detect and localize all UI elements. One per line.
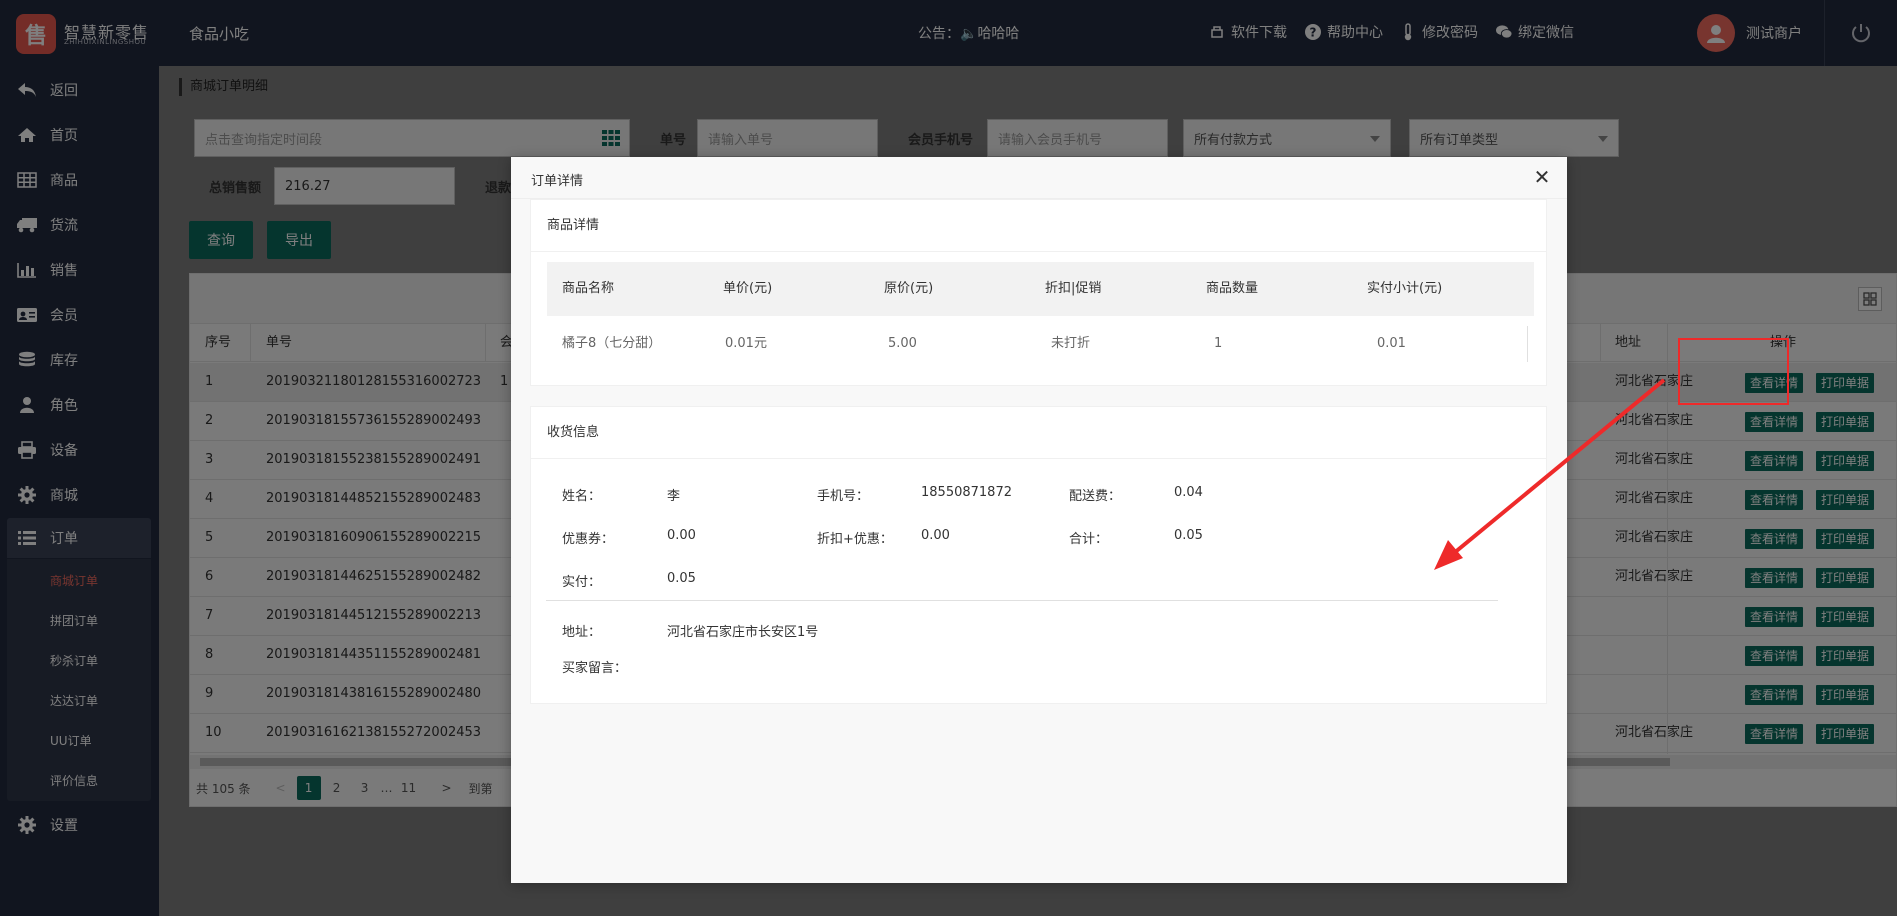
total-value: 0.05: [1174, 528, 1203, 543]
goods-table-row: 橘子8（七分甜） 0.01元 5.00 未打折 1 0.01: [547, 316, 1534, 372]
goods-unit-price: 0.01元: [725, 336, 767, 351]
address-label: 地址：: [562, 625, 602, 640]
goods-header-original-price: 原价(元): [884, 281, 934, 296]
annotation-highlight-box: [1678, 338, 1789, 405]
coupon-label: 优惠券：: [562, 532, 615, 547]
shipping-info-panel: 收货信息 姓名： 李 手机号： 18550871872 配送费： 0.04 优惠…: [530, 406, 1547, 704]
discount-label: 折扣+优惠：: [817, 532, 893, 547]
goods-header-quantity: 商品数量: [1206, 281, 1259, 296]
divider: [531, 458, 1546, 459]
close-icon[interactable]: ✕: [1531, 165, 1553, 189]
coupon-value: 0.00: [667, 528, 696, 543]
divider: [1527, 326, 1528, 362]
shipping-section-title: 收货信息: [547, 425, 600, 440]
modal-header: 订单详情 ✕: [511, 157, 1567, 199]
modal-title: 订单详情: [531, 174, 584, 189]
phone-label: 手机号：: [817, 489, 870, 504]
goods-subtotal: 0.01: [1377, 336, 1406, 351]
goods-header-discount: 折扣|促销: [1045, 281, 1102, 296]
goods-section-title: 商品详情: [547, 218, 600, 233]
goods-header-name: 商品名称: [562, 281, 615, 296]
divider: [546, 600, 1498, 601]
goods-original-price: 5.00: [888, 336, 917, 351]
goods-quantity: 1: [1214, 336, 1223, 351]
total-label: 合计：: [1069, 532, 1109, 547]
goods-discount: 未打折: [1051, 336, 1091, 351]
paid-value: 0.05: [667, 571, 696, 586]
name-label: 姓名：: [562, 489, 602, 504]
delivery-fee-value: 0.04: [1174, 485, 1203, 500]
paid-label: 实付：: [562, 575, 602, 590]
order-detail-modal: 订单详情 ✕ 商品详情 商品名称 单价(元) 原价(元) 折扣|促销 商品数量 …: [511, 157, 1567, 883]
buyer-message-label: 买家留言：: [562, 661, 628, 676]
goods-header-unit-price: 单价(元): [723, 281, 773, 296]
delivery-fee-label: 配送费：: [1069, 489, 1122, 504]
discount-value: 0.00: [921, 528, 950, 543]
goods-table-header: 商品名称 单价(元) 原价(元) 折扣|促销 商品数量 实付小计(元): [547, 262, 1534, 316]
goods-header-subtotal: 实付小计(元): [1367, 281, 1443, 296]
address-value: 河北省石家庄市长安区1号: [667, 625, 819, 640]
goods-detail-panel: 商品详情 商品名称 单价(元) 原价(元) 折扣|促销 商品数量 实付小计(元)…: [530, 199, 1547, 386]
goods-name: 橘子8（七分甜）: [562, 336, 662, 351]
phone-value: 18550871872: [921, 485, 1012, 500]
divider: [531, 251, 1546, 252]
name-value: 李: [667, 489, 681, 504]
modal-body: 商品详情 商品名称 单价(元) 原价(元) 折扣|促销 商品数量 实付小计(元)…: [511, 199, 1567, 883]
